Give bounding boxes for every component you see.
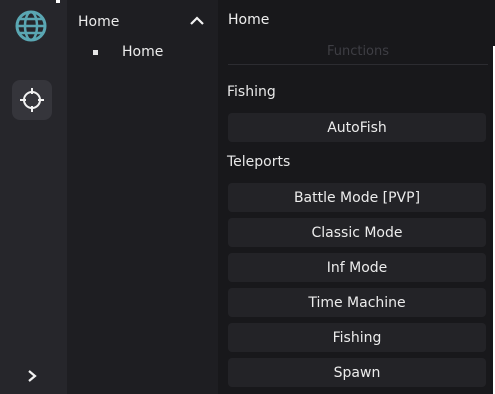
fishing-teleport-button[interactable]: Fishing xyxy=(228,323,486,352)
divider xyxy=(228,64,488,65)
chevron-up-icon[interactable] xyxy=(190,14,204,30)
time-machine-button[interactable]: Time Machine xyxy=(228,288,486,317)
section-title: Functions xyxy=(326,44,390,59)
crosshair-icon[interactable] xyxy=(12,80,52,120)
nav-panel: Home Home xyxy=(67,0,218,394)
group-label-fishing: Fishing xyxy=(227,84,276,100)
autofish-button[interactable]: AutoFish xyxy=(228,113,486,142)
nav-item-label: Home xyxy=(122,44,164,60)
battle-mode-button[interactable]: Battle Mode [PVP] xyxy=(228,183,486,212)
nav-section-header[interactable]: Home xyxy=(78,12,204,32)
globe-icon[interactable] xyxy=(13,8,49,44)
spawn-button[interactable]: Spawn xyxy=(228,358,486,387)
group-label-teleports: Teleports xyxy=(227,154,291,170)
content-panel: Home Functions Fishing AutoFish Teleport… xyxy=(218,0,495,394)
classic-mode-button[interactable]: Classic Mode xyxy=(228,218,486,247)
page-title: Home xyxy=(228,12,270,28)
inf-mode-button[interactable]: Inf Mode xyxy=(228,253,486,282)
window-corner xyxy=(56,0,60,3)
nav-section-label: Home xyxy=(78,14,120,30)
chevron-right-icon[interactable] xyxy=(20,364,44,388)
icon-rail xyxy=(0,0,67,394)
nav-item-home[interactable]: Home xyxy=(93,42,163,62)
bullet-icon xyxy=(93,49,98,55)
